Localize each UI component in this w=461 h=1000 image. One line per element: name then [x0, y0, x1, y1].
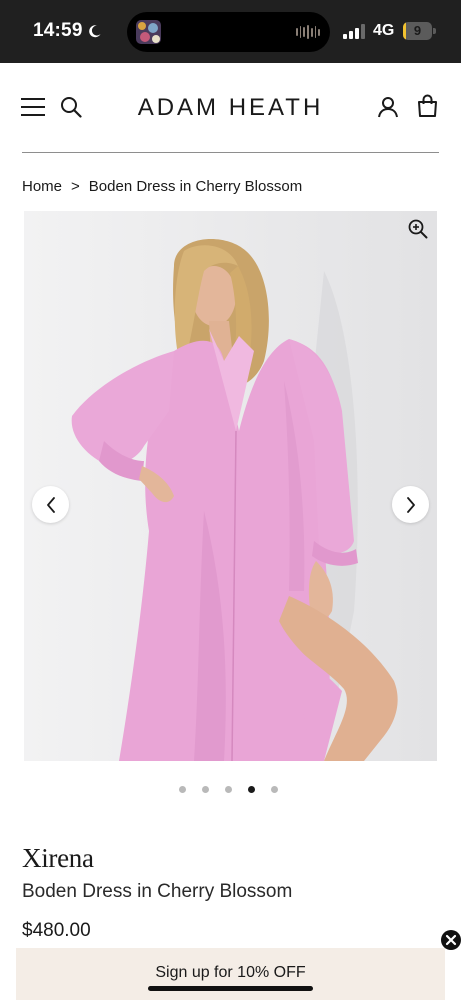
carousel-dot[interactable] [179, 786, 186, 793]
chevron-left-icon [46, 496, 55, 513]
album-art-icon [136, 20, 161, 44]
battery-icon: 9 [403, 22, 436, 40]
product-photo [24, 211, 437, 761]
carousel-dot[interactable] [248, 786, 255, 793]
carousel-dot[interactable] [202, 786, 209, 793]
close-icon[interactable] [441, 930, 461, 950]
carousel-dot[interactable] [271, 786, 278, 793]
breadcrumb-separator: > [71, 178, 80, 195]
cellular-signal-icon [343, 24, 365, 39]
clock-label: 14:59 [33, 20, 83, 41]
signup-banner[interactable]: Sign up for 10% OFF [16, 948, 445, 1000]
header-divider [22, 152, 439, 153]
breadcrumb: Home > Boden Dress in Cherry Blossom [22, 178, 302, 195]
status-time: 14:59 [33, 20, 102, 42]
home-indicator [148, 986, 313, 991]
previous-image-button[interactable] [32, 486, 69, 523]
status-bar: 14:59 4G 9 [0, 0, 461, 63]
product-title: Boden Dress in Cherry Blossom [22, 881, 293, 902]
signup-label[interactable]: Sign up for 10% OFF [16, 948, 445, 982]
dynamic-island [127, 12, 330, 52]
network-type: 4G [373, 22, 395, 39]
breadcrumb-current: Boden Dress in Cherry Blossom [88, 178, 303, 195]
next-image-button[interactable] [392, 486, 429, 523]
audio-wave-icon [296, 25, 321, 39]
product-image[interactable] [24, 211, 437, 761]
carousel-dot[interactable] [225, 786, 232, 793]
battery-percent: 9 [413, 23, 422, 38]
moon-icon [88, 25, 101, 38]
chevron-right-icon [406, 496, 415, 513]
account-icon[interactable] [377, 96, 399, 118]
product-price: $480.00 [22, 920, 91, 941]
zoom-icon[interactable] [408, 219, 428, 239]
shopping-bag-icon[interactable] [416, 94, 439, 118]
breadcrumb-home-link[interactable]: Home [22, 178, 62, 195]
site-header: ADAM HEATH [0, 63, 461, 153]
product-brand[interactable]: Xirena [22, 843, 94, 874]
